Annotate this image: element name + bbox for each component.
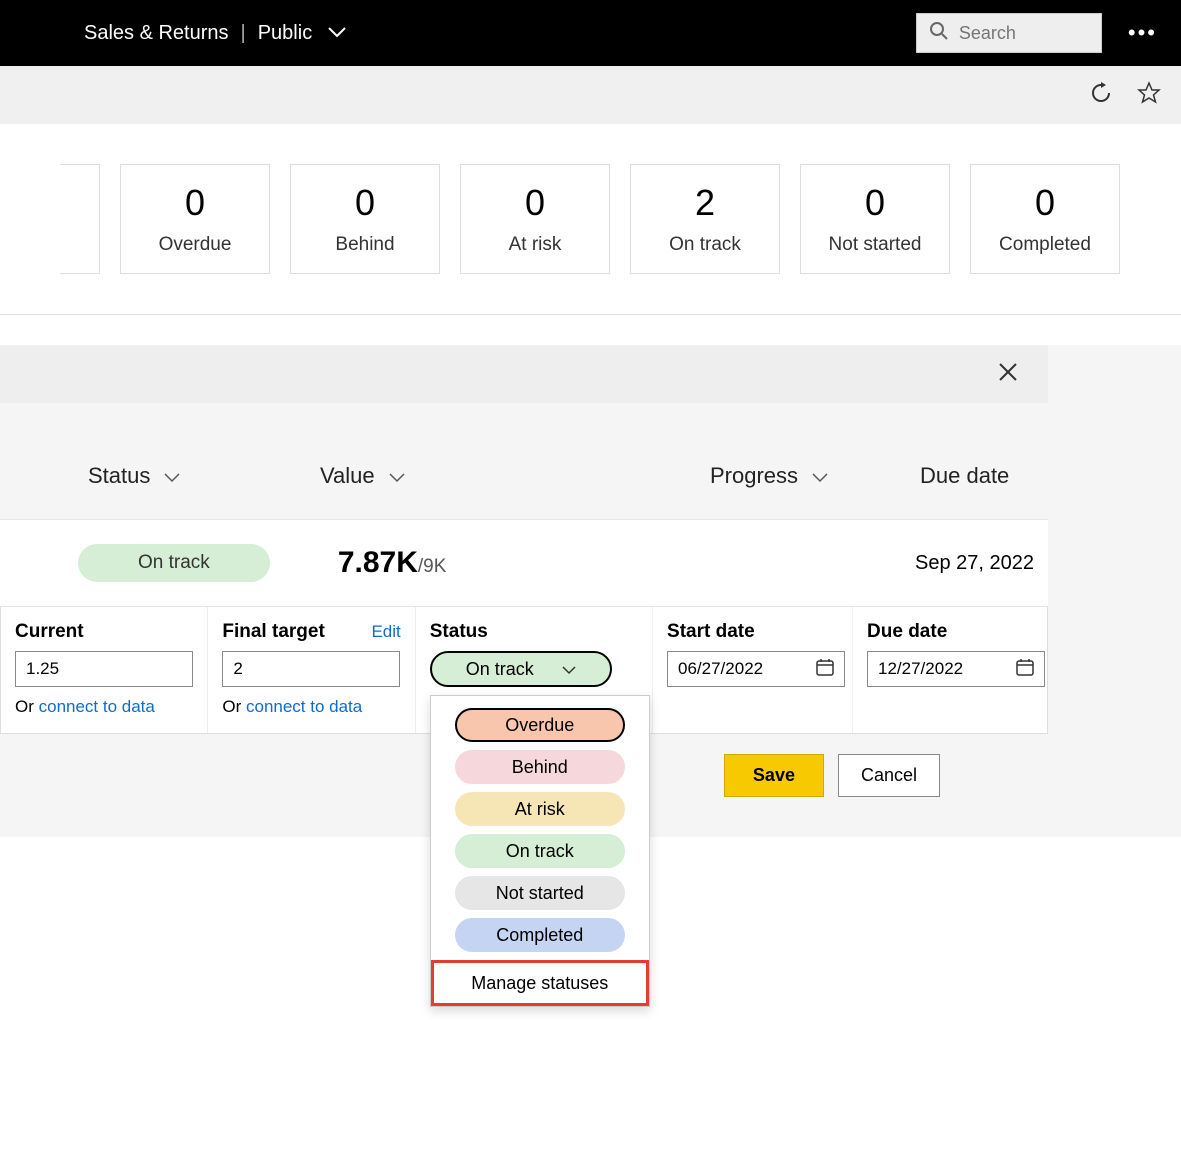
due-date-label: Due date	[867, 621, 947, 643]
start-date-label: Start date	[667, 621, 755, 643]
status-label: Status	[430, 621, 488, 643]
workspace-visibility: Public	[258, 22, 312, 45]
status-option-ontrack[interactable]: On track	[455, 834, 625, 868]
col-label: Value	[320, 463, 375, 489]
toolbar	[0, 66, 1181, 124]
due-date-input[interactable]: 12/27/2022	[867, 651, 1045, 687]
status-dropdown: Overdue Behind At risk On track Not star…	[430, 695, 650, 1007]
start-date-input[interactable]: 06/27/2022	[667, 651, 845, 687]
status-option-atrisk[interactable]: At risk	[455, 792, 625, 826]
or-connect-target: Or connect to data	[222, 697, 400, 717]
save-button[interactable]: Save	[724, 754, 824, 797]
tile-label: Behind	[335, 234, 394, 256]
search-input[interactable]	[959, 23, 1089, 44]
search-icon	[929, 21, 959, 46]
status-select[interactable]: On track	[430, 651, 612, 687]
tile-count: 0	[1035, 182, 1055, 224]
tile-on-track[interactable]: 2 On track	[630, 164, 780, 274]
cell-target: Final target Edit Or connect to data	[208, 607, 415, 733]
tile-count: 0	[185, 182, 205, 224]
status-badge: On track	[78, 544, 270, 582]
status-option-behind[interactable]: Behind	[455, 750, 625, 784]
chevron-down-icon	[562, 659, 576, 680]
col-label: Progress	[710, 463, 798, 489]
col-label: Due date	[920, 463, 1009, 489]
more-menu-icon[interactable]: •••	[1128, 20, 1157, 46]
status-option-completed[interactable]: Completed	[455, 918, 625, 952]
metric-row[interactable]: On track 7.87K/9K Sep 27, 2022	[0, 519, 1048, 607]
cell-start-date: Start date 06/27/2022	[653, 607, 853, 733]
close-icon[interactable]	[998, 362, 1018, 387]
status-tiles-row: 0 Overdue 0 Behind 0 At risk 2 On track …	[0, 124, 1181, 315]
tile-partial-left	[60, 164, 100, 274]
cell-current: Current Or connect to data	[1, 607, 208, 733]
value-main: 7.87K	[338, 546, 418, 580]
cell-status: Status On track Overdue Behind At risk O…	[416, 607, 653, 733]
tile-count: 2	[695, 182, 715, 224]
chevron-down-icon	[812, 463, 828, 489]
calendar-icon	[816, 658, 834, 681]
calendar-icon	[1016, 658, 1034, 681]
value-denom: /9K	[418, 556, 447, 578]
top-bar: Sales & Returns | Public •••	[0, 0, 1181, 66]
manage-statuses-link[interactable]: Manage statuses	[431, 960, 649, 1006]
tile-behind[interactable]: 0 Behind	[290, 164, 440, 274]
tile-overdue[interactable]: 0 Overdue	[120, 164, 270, 274]
tile-label: On track	[669, 234, 741, 256]
workspace-switcher[interactable]: Sales & Returns | Public	[84, 22, 346, 45]
col-header-progress[interactable]: Progress	[610, 463, 830, 489]
panel-header	[0, 345, 1048, 403]
value-cell: 7.87K/9K	[338, 546, 447, 580]
tile-label: Overdue	[159, 234, 232, 256]
search-box[interactable]	[916, 13, 1102, 53]
tile-count: 0	[355, 182, 375, 224]
col-label: Status	[88, 463, 150, 489]
col-header-due: Due date	[830, 463, 1050, 489]
chevron-down-icon	[328, 22, 346, 45]
tile-at-risk[interactable]: 0 At risk	[460, 164, 610, 274]
start-date-value: 06/27/2022	[678, 659, 763, 679]
status-option-overdue[interactable]: Overdue	[455, 708, 625, 742]
tile-completed[interactable]: 0 Completed	[970, 164, 1120, 274]
status-option-notstarted[interactable]: Not started	[455, 876, 625, 910]
column-headers: Status Value Progress Due date	[0, 403, 1181, 519]
workspace-title: Sales & Returns	[84, 22, 229, 45]
or-connect-current: Or connect to data	[15, 697, 193, 717]
cell-due-date: Due date 12/27/2022	[853, 607, 1047, 733]
connect-data-link[interactable]: connect to data	[246, 697, 362, 716]
tile-label: Completed	[999, 234, 1091, 256]
cancel-button[interactable]: Cancel	[838, 754, 940, 797]
col-header-status[interactable]: Status	[0, 463, 310, 489]
edit-form: Current Or connect to data Final target …	[0, 607, 1048, 734]
due-date-value: 12/27/2022	[878, 659, 963, 679]
target-input[interactable]	[222, 651, 400, 687]
title-divider: |	[241, 22, 246, 45]
tile-count: 0	[525, 182, 545, 224]
current-input[interactable]	[15, 651, 193, 687]
star-icon[interactable]	[1137, 81, 1161, 110]
tile-not-started[interactable]: 0 Not started	[800, 164, 950, 274]
due-cell: Sep 27, 2022	[915, 552, 1034, 575]
chevron-down-icon	[389, 463, 405, 489]
tile-count: 0	[865, 182, 885, 224]
chevron-down-icon	[164, 463, 180, 489]
tile-label: Not started	[829, 234, 922, 256]
connect-data-link[interactable]: connect to data	[39, 697, 155, 716]
edit-target-link[interactable]: Edit	[371, 622, 400, 642]
col-header-value[interactable]: Value	[310, 463, 610, 489]
current-label: Current	[15, 621, 84, 643]
target-label: Final target	[222, 621, 324, 643]
refresh-icon[interactable]	[1089, 81, 1113, 110]
status-selected: On track	[466, 659, 534, 680]
tile-label: At risk	[509, 234, 562, 256]
